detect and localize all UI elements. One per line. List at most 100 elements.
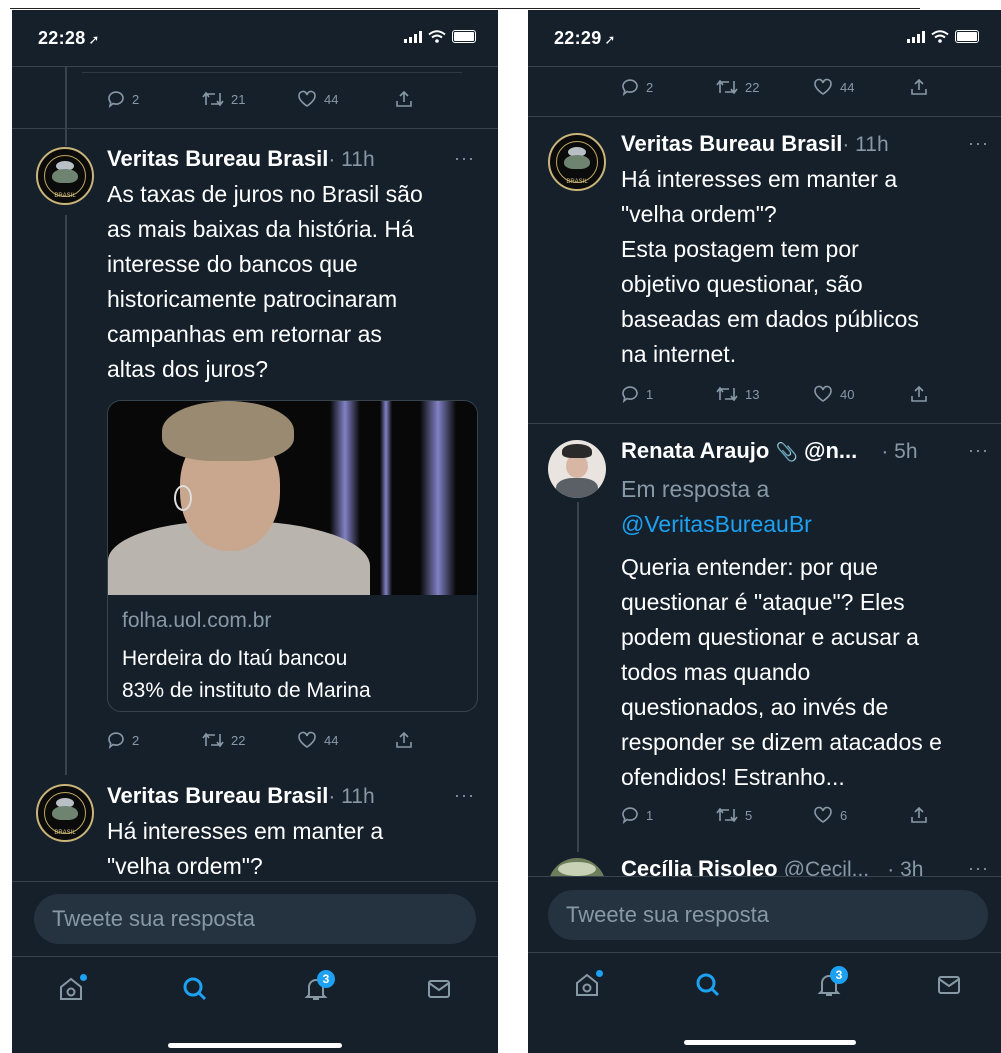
- tab-home[interactable]: [58, 974, 87, 1007]
- notifications-badge: 3: [317, 970, 335, 988]
- tweet-text: Há interesses em manter a "velha ordem"?…: [621, 166, 919, 367]
- more-options-button[interactable]: ···: [968, 133, 989, 154]
- like-icon: [298, 90, 316, 107]
- more-options-button[interactable]: ···: [968, 440, 989, 461]
- retweet-button[interactable]: 22: [202, 732, 297, 748]
- avatar[interactable]: [548, 440, 606, 498]
- tweet-author[interactable]: Renata Araujo 📎 @n... · 5h: [621, 438, 918, 464]
- bottom-tab-bar: 3: [12, 958, 498, 1030]
- status-divider: [12, 66, 498, 67]
- status-divider: [528, 66, 1001, 67]
- reply-input[interactable]: Tweete sua resposta: [34, 894, 476, 944]
- tweet-time: · 11h: [842, 133, 889, 156]
- card-title: Herdeira do Itaú bancou 83% de instituto…: [122, 647, 371, 702]
- author-name[interactable]: Veritas Bureau Brasil: [107, 146, 328, 171]
- thread-line: [577, 502, 579, 852]
- reply-icon: [622, 386, 638, 403]
- share-button[interactable]: [395, 731, 413, 749]
- retweet-count: 5: [745, 807, 753, 823]
- link-card[interactable]: folha.uol.com.br Herdeira do Itaú bancou…: [107, 400, 478, 712]
- like-count: 44: [324, 91, 339, 107]
- like-button[interactable]: 40: [813, 385, 910, 403]
- retweet-button[interactable]: 22: [716, 79, 813, 95]
- home-indicator: [168, 1043, 342, 1048]
- like-icon: [814, 78, 832, 95]
- retweet-button[interactable]: 5: [716, 807, 813, 823]
- retweet-count: 13: [745, 386, 760, 402]
- reply-count: 2: [646, 79, 654, 95]
- share-button[interactable]: [395, 90, 413, 108]
- in-reply-to-handle[interactable]: @VeritasBureauBr: [621, 507, 812, 542]
- reply-button[interactable]: 1: [621, 806, 716, 824]
- reply-button[interactable]: 2: [621, 78, 716, 96]
- battery-icon: [452, 30, 476, 43]
- tab-messages[interactable]: [426, 976, 452, 1007]
- tweet-author[interactable]: Veritas Bureau Brasil· 11h: [107, 146, 375, 172]
- retweet-icon: [202, 732, 224, 748]
- signal-icon: [404, 30, 422, 43]
- tweet-text: Queria entender: por que questionar é "a…: [621, 554, 942, 790]
- reply-button[interactable]: 2: [107, 90, 202, 108]
- reply-button[interactable]: 2: [107, 731, 202, 749]
- right-phone-screen: 22:29 ➚ 2 22 44 BRASIL Veritas Bureau Bra…: [528, 10, 1001, 1053]
- like-button[interactable]: 44: [297, 731, 395, 749]
- avatar[interactable]: BRASIL: [548, 133, 606, 191]
- author-handle[interactable]: @n...: [804, 438, 857, 463]
- in-reply-to-label: Em resposta a: [621, 476, 770, 502]
- new-content-dot: [596, 970, 603, 977]
- share-icon: [911, 78, 927, 95]
- share-button[interactable]: [910, 78, 928, 96]
- tweet-actions: 1 5 6: [621, 806, 928, 824]
- avatar[interactable]: BRASIL: [36, 147, 94, 205]
- retweet-button[interactable]: 21: [202, 91, 297, 107]
- tab-messages[interactable]: [936, 972, 962, 1003]
- screenshot-top-border: [10, 8, 920, 9]
- reply-icon: [622, 807, 638, 824]
- like-button[interactable]: 44: [297, 90, 395, 108]
- reply-count: 1: [646, 807, 654, 823]
- retweet-count: 21: [231, 91, 246, 107]
- status-bar: 22:28 ➚: [12, 10, 498, 66]
- tweet-actions: 2 22 44: [107, 731, 413, 749]
- retweet-count: 22: [745, 79, 760, 95]
- paperclip-icon: 📎: [775, 442, 798, 462]
- battery-icon: [955, 30, 979, 43]
- author-name[interactable]: Renata Araujo: [621, 438, 769, 463]
- like-count: 6: [840, 807, 848, 823]
- messages-icon: [938, 976, 960, 994]
- left-phone-screen: 22:28 ➚ 2 21 44 BRASIL Veritas Bureau Bra…: [12, 10, 498, 1053]
- tab-notifications[interactable]: 3: [816, 966, 848, 1003]
- share-icon: [911, 806, 927, 823]
- more-options-button[interactable]: ···: [454, 148, 475, 169]
- author-name[interactable]: Veritas Bureau Brasil: [621, 131, 842, 156]
- like-count: 40: [840, 386, 855, 402]
- status-time: 22:28: [38, 28, 86, 48]
- retweet-icon: [716, 807, 738, 823]
- wifi-icon: [428, 30, 446, 43]
- like-button[interactable]: 44: [813, 78, 910, 96]
- retweet-button[interactable]: 13: [716, 386, 813, 402]
- tab-search[interactable]: [182, 976, 208, 1007]
- tab-notifications[interactable]: 3: [303, 970, 335, 1007]
- reply-count: 2: [132, 91, 140, 107]
- reply-button[interactable]: 1: [621, 385, 716, 403]
- like-button[interactable]: 6: [813, 806, 910, 824]
- tweet-author[interactable]: Veritas Bureau Brasil· 11h: [621, 131, 889, 157]
- tweet-author[interactable]: Veritas Bureau Brasil· 11h: [107, 783, 375, 809]
- card-image: [108, 401, 477, 595]
- author-name[interactable]: Veritas Bureau Brasil: [107, 783, 328, 808]
- avatar[interactable]: BRASIL: [36, 784, 94, 842]
- more-options-button[interactable]: ···: [454, 785, 475, 806]
- home-indicator: [684, 1040, 856, 1045]
- reply-count: 2: [132, 732, 140, 748]
- status-bar: 22:29 ➚: [528, 10, 1001, 66]
- share-button[interactable]: [910, 806, 928, 824]
- reply-input[interactable]: Tweete sua resposta: [548, 890, 988, 940]
- like-icon: [298, 731, 316, 748]
- top-tweet-actions: 2 21 44: [107, 90, 413, 108]
- tab-search[interactable]: [695, 972, 721, 1003]
- tab-home[interactable]: [574, 970, 603, 1003]
- tweet-time: · 11h: [328, 785, 375, 808]
- share-button[interactable]: [910, 385, 928, 403]
- location-arrow-icon: ➚: [88, 32, 100, 47]
